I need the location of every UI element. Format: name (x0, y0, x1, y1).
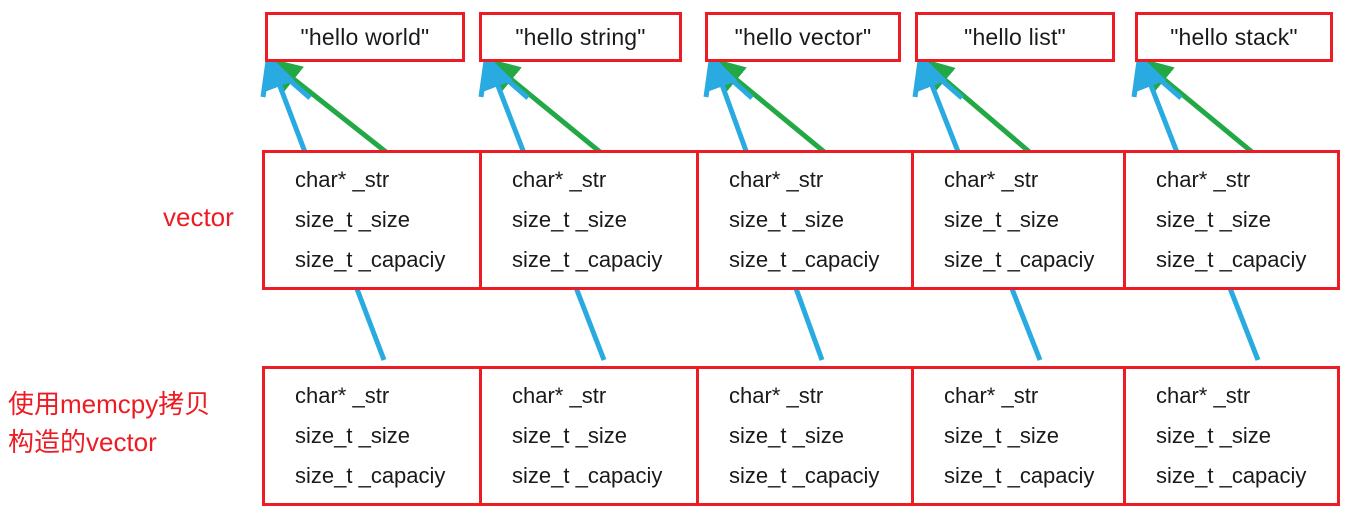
memcpy-vector-cell-4[interactable]: char* _str size_t _size size_t _capaciy (1126, 369, 1337, 503)
struct-field: size_t _size (295, 207, 410, 232)
struct-field: size_t _capaciy (512, 463, 663, 488)
string-literal-text: "hello vector" (734, 23, 872, 50)
struct-field: char* _str (944, 383, 1039, 408)
struct-field: size_t _capaciy (1156, 463, 1307, 488)
diagram-canvas: "hello world" "hello string" "hello vect… (0, 0, 1356, 522)
string-literal-text: "hello world" (300, 23, 430, 50)
struct-field: size_t _capaciy (729, 463, 880, 488)
string-literal-text: "hello list" (964, 23, 1066, 50)
string-box-2[interactable]: "hello vector" (705, 12, 901, 62)
struct-field: size_t _capaciy (729, 247, 880, 272)
struct-field: char* _str (512, 383, 607, 408)
struct-field: size_t _size (1156, 207, 1271, 232)
struct-field: char* _str (295, 383, 390, 408)
struct-field: size_t _size (295, 423, 410, 448)
struct-field: size_t _size (729, 207, 844, 232)
memcpy-vector-cell-2[interactable]: char* _str size_t _size size_t _capaciy (699, 369, 914, 503)
struct-field: size_t _capaciy (295, 463, 446, 488)
memcpy-vector-row: char* _str size_t _size size_t _capaciy … (262, 366, 1340, 506)
memcpy-vector-row-label: 使用memcpy拷贝 构造的vector (8, 389, 211, 457)
memcpy-vector-cell-3[interactable]: char* _str size_t _size size_t _capaciy (914, 369, 1126, 503)
struct-field: char* _str (295, 167, 390, 192)
struct-field: size_t _capaciy (512, 247, 663, 272)
struct-field: size_t _size (729, 423, 844, 448)
struct-field: char* _str (729, 383, 824, 408)
struct-field: size_t _size (512, 207, 627, 232)
vector-cell-3[interactable]: char* _str size_t _size size_t _capaciy (914, 153, 1126, 287)
struct-field: size_t _size (512, 423, 627, 448)
string-literal-text: "hello string" (515, 23, 646, 50)
memcpy-vector-cell-0[interactable]: char* _str size_t _size size_t _capaciy (265, 369, 482, 503)
string-box-1[interactable]: "hello string" (479, 12, 682, 62)
struct-field: size_t _size (944, 423, 1059, 448)
vector-row-label: vector (163, 202, 234, 232)
struct-field: char* _str (512, 167, 607, 192)
struct-field: size_t _capaciy (295, 247, 446, 272)
vector-cell-2[interactable]: char* _str size_t _size size_t _capaciy (699, 153, 914, 287)
struct-field: size_t _size (944, 207, 1059, 232)
struct-field: size_t _size (1156, 423, 1271, 448)
string-literal-text: "hello stack" (1170, 23, 1298, 50)
struct-field: char* _str (1156, 167, 1251, 192)
string-box-0[interactable]: "hello world" (265, 12, 465, 62)
struct-field: char* _str (1156, 383, 1251, 408)
vector-cell-4[interactable]: char* _str size_t _size size_t _capaciy (1126, 153, 1337, 287)
struct-field: size_t _capaciy (1156, 247, 1307, 272)
string-box-4[interactable]: "hello stack" (1135, 12, 1333, 62)
vector-row: char* _str size_t _size size_t _capaciy … (262, 150, 1340, 290)
vector-cell-0[interactable]: char* _str size_t _size size_t _capaciy (265, 153, 482, 287)
struct-field: size_t _capaciy (944, 463, 1095, 488)
struct-field: char* _str (944, 167, 1039, 192)
string-box-3[interactable]: "hello list" (915, 12, 1115, 62)
struct-field: size_t _capaciy (944, 247, 1095, 272)
struct-field: char* _str (729, 167, 824, 192)
memcpy-vector-cell-1[interactable]: char* _str size_t _size size_t _capaciy (482, 369, 699, 503)
vector-cell-1[interactable]: char* _str size_t _size size_t _capaciy (482, 153, 699, 287)
